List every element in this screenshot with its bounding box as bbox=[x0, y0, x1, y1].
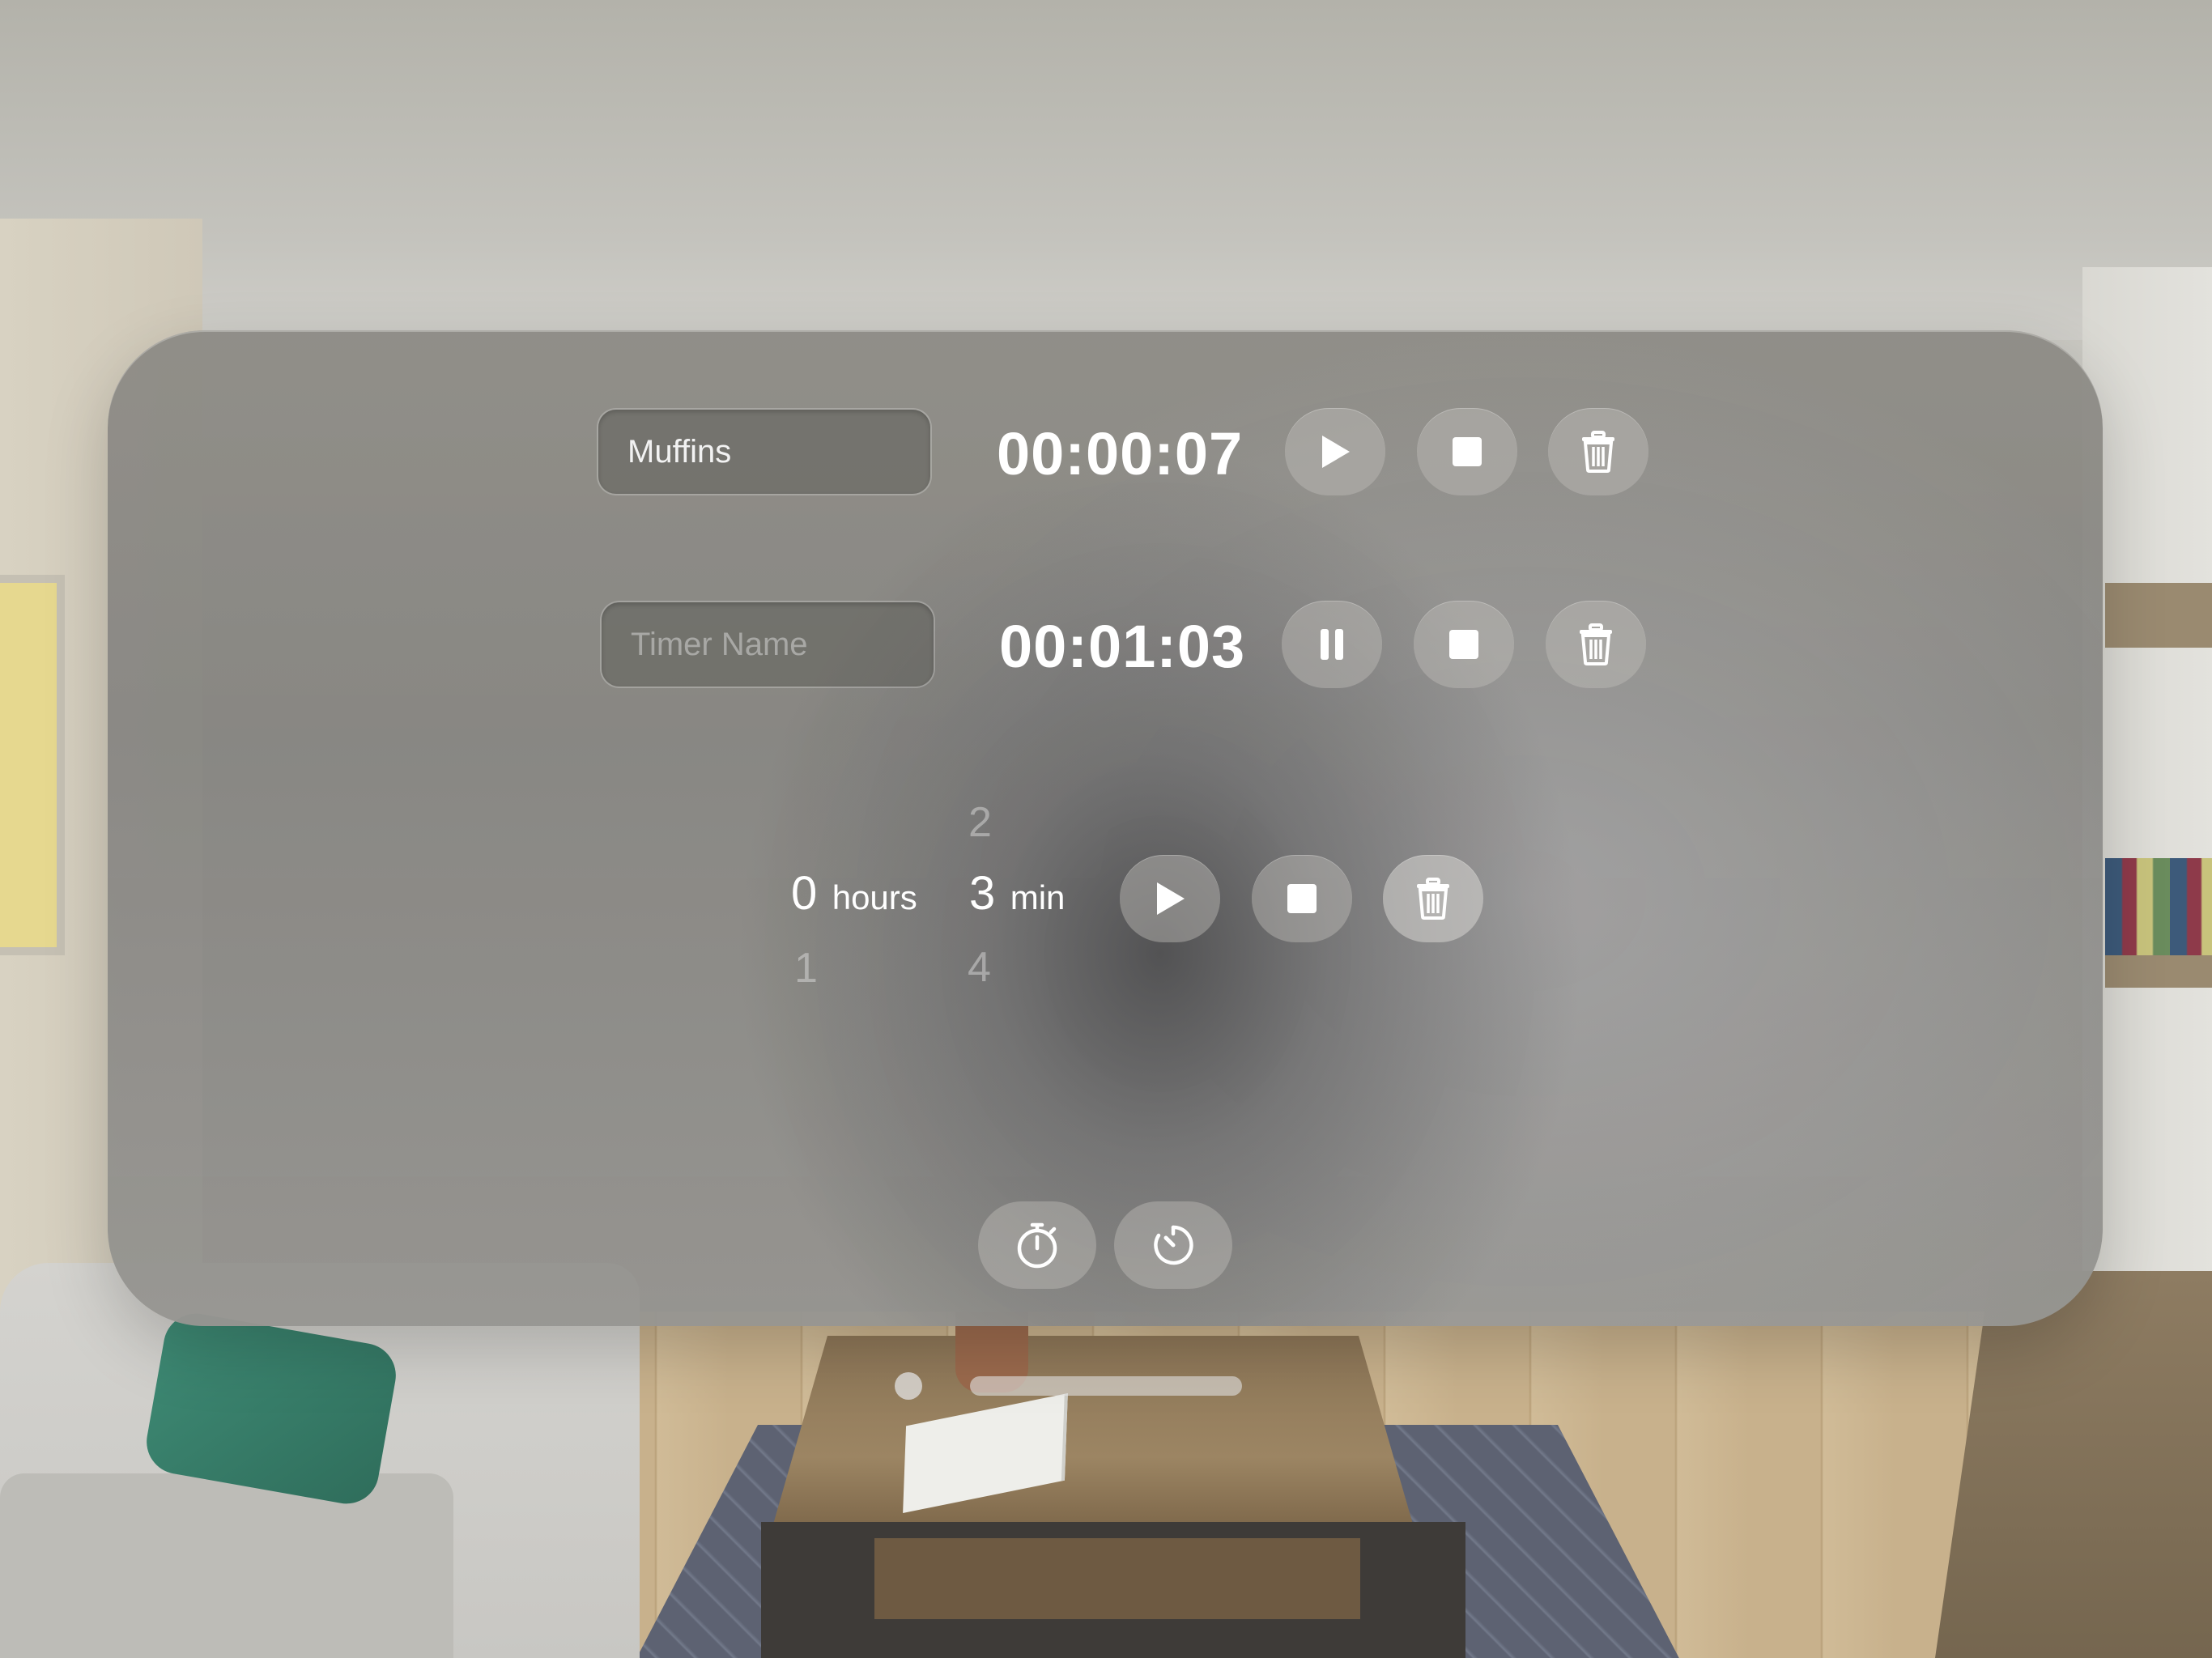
sofa-seat bbox=[0, 1473, 453, 1658]
stop-icon bbox=[1453, 437, 1482, 466]
coffee-table-shelf bbox=[874, 1538, 1360, 1619]
timer-name-field[interactable]: Muffins bbox=[598, 410, 930, 494]
minutes-picker-below[interactable]: 4 bbox=[968, 943, 991, 992]
shelf-books bbox=[2105, 858, 2212, 971]
trash-icon bbox=[1580, 623, 1612, 665]
stop-icon bbox=[1449, 630, 1478, 659]
window-grabber-bar[interactable] bbox=[970, 1376, 1242, 1396]
visionos-scene: Muffins 00:00:07 Timer Name 00:01:03 0 h… bbox=[0, 0, 2212, 1658]
play-icon bbox=[1157, 882, 1185, 915]
stop-icon bbox=[1287, 884, 1317, 913]
minutes-above-value: 2 bbox=[968, 799, 992, 846]
bookshelf-top bbox=[2105, 583, 2212, 648]
pause-icon bbox=[1321, 629, 1343, 660]
trash-icon bbox=[1582, 431, 1614, 473]
minutes-below-value: 4 bbox=[968, 944, 991, 991]
timer-window: Muffins 00:00:07 Timer Name 00:01:03 0 h… bbox=[108, 330, 2103, 1326]
window-close-dot[interactable] bbox=[895, 1372, 922, 1400]
trash-icon bbox=[1417, 878, 1449, 920]
timer-time-display: 00:01:03 bbox=[999, 613, 1246, 680]
hours-picker-below[interactable]: 1 bbox=[794, 944, 818, 993]
timer-name-value: Muffins bbox=[627, 433, 732, 470]
minutes-selected-value: 3 bbox=[969, 867, 996, 920]
timer-play-button[interactable] bbox=[1285, 408, 1385, 495]
bookshelf-middle bbox=[2105, 955, 2212, 988]
tab-stopwatch[interactable] bbox=[978, 1201, 1096, 1289]
timer-name-placeholder: Timer Name bbox=[631, 626, 808, 662]
hours-picker-selected[interactable]: 0 hours bbox=[791, 866, 917, 920]
minutes-picker-selected[interactable]: 3 min bbox=[969, 866, 1065, 920]
hours-selected-value: 0 bbox=[791, 867, 818, 920]
wall-picture bbox=[0, 575, 65, 955]
timer-icon bbox=[1154, 1225, 1193, 1265]
timer-delete-button[interactable] bbox=[1548, 408, 1648, 495]
play-icon bbox=[1322, 436, 1350, 468]
hours-unit-label: hours bbox=[832, 878, 917, 916]
timer-stop-button[interactable] bbox=[1417, 408, 1517, 495]
timer-pause-button[interactable] bbox=[1282, 601, 1382, 688]
minutes-unit-label: min bbox=[1010, 878, 1066, 916]
stopwatch-icon bbox=[1017, 1222, 1057, 1269]
hours-below-value: 1 bbox=[794, 945, 818, 992]
new-timer-play-button[interactable] bbox=[1120, 855, 1220, 942]
timer-stop-button[interactable] bbox=[1414, 601, 1514, 688]
new-timer-stop-button[interactable] bbox=[1252, 855, 1352, 942]
tab-timer[interactable] bbox=[1114, 1201, 1232, 1289]
timer-name-field[interactable]: Timer Name bbox=[602, 602, 934, 687]
coffee-table bbox=[769, 1336, 1417, 1538]
timer-time-display: 00:00:07 bbox=[997, 420, 1244, 487]
minutes-picker-above[interactable]: 2 bbox=[968, 798, 992, 847]
timer-delete-button[interactable] bbox=[1546, 601, 1646, 688]
room-ceiling bbox=[0, 0, 2212, 340]
new-timer-delete-button[interactable] bbox=[1383, 855, 1483, 942]
